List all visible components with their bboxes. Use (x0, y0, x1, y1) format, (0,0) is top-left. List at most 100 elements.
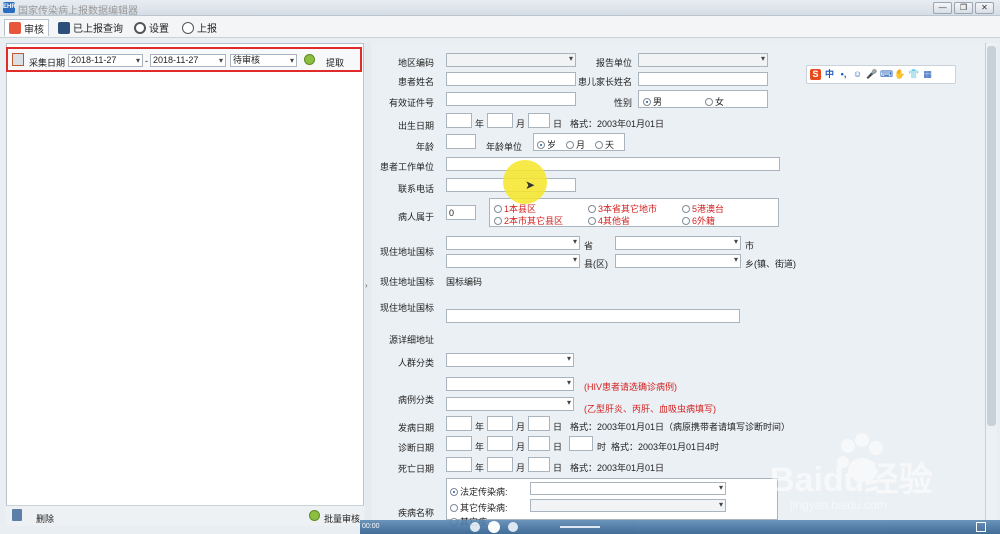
legal-disease-select[interactable] (530, 482, 726, 495)
id-number-input[interactable] (446, 92, 576, 106)
patient-name-input[interactable] (446, 72, 576, 86)
belongs-option-4[interactable]: 4其他省 (588, 214, 630, 227)
age-unit-month-label: 月 (576, 140, 586, 150)
age-unit-day-radio[interactable]: 天 (595, 138, 614, 151)
maximize-button[interactable]: ❐ (954, 2, 973, 14)
case-note-1: (HIV患者请选确诊病例) (584, 382, 677, 392)
other-disease-select[interactable] (530, 499, 726, 512)
case-class-select-2[interactable] (446, 397, 574, 411)
ime-menu-icon[interactable]: ▦ (922, 69, 933, 80)
address-label-3: 现住地址国标 (379, 303, 434, 313)
disease-name-label: 疾病名称 (397, 508, 434, 518)
legal-disease-radio[interactable]: 法定传染病: (450, 485, 508, 498)
player-play-icon[interactable] (488, 521, 500, 533)
tab-reported-query[interactable]: 已上报查询 (54, 19, 127, 36)
diagnosis-month-input[interactable] (487, 436, 513, 451)
birth-day-input[interactable] (528, 113, 550, 128)
window-title: 国家传染病上报数据编辑器 (18, 6, 138, 17)
tab-audit[interactable]: 审核 (4, 19, 49, 36)
close-button[interactable]: ✕ (975, 2, 994, 14)
county-select[interactable] (446, 254, 580, 268)
player-volume-slider[interactable] (560, 526, 600, 528)
parent-name-input[interactable] (638, 72, 768, 86)
fetch-button[interactable]: 提取 (326, 56, 344, 69)
baidu-watermark: Baidu经验 jingyan.baidu.com (770, 430, 980, 520)
player-prev-icon[interactable] (470, 522, 480, 532)
gender-male-radio[interactable]: 男 (643, 95, 662, 108)
onset-day-input[interactable] (528, 416, 550, 431)
birth-year-input[interactable] (446, 113, 472, 128)
diagnosis-month-unit: 月 (516, 442, 526, 452)
ime-keyboard-icon[interactable]: ⌨ (880, 69, 893, 80)
case-class-label: 病例分类 (397, 395, 434, 405)
town-unit: 乡(镇、街道) (745, 259, 796, 269)
radio-icon (494, 205, 502, 213)
belongs-option-2[interactable]: 2本市其它县区 (494, 214, 563, 227)
diagnosis-hour-input[interactable] (569, 436, 593, 451)
trash-icon (12, 509, 22, 521)
minimize-button[interactable]: — (933, 2, 952, 14)
panel-splitter[interactable]: › (365, 43, 371, 526)
sogou-logo-icon[interactable]: S (810, 69, 821, 80)
title-bar: EHR 国家传染病上报数据编辑器 — ❐ ✕ (0, 0, 1000, 17)
death-day-input[interactable] (528, 457, 550, 472)
town-select[interactable] (615, 254, 741, 268)
parent-name-label: 患儿家长姓名 (577, 77, 632, 87)
region-code-select[interactable] (446, 53, 576, 67)
report-unit-select[interactable] (638, 53, 768, 67)
address-label-2: 现住地址国标 (379, 277, 434, 287)
tab-upload[interactable]: 上报 (178, 19, 221, 36)
tab-settings[interactable]: 设置 (130, 19, 173, 36)
gender-radio-group: 男 女 (638, 90, 768, 108)
player-fullscreen-icon[interactable] (976, 522, 986, 532)
end-date-picker[interactable]: 2018-11-27 (150, 54, 226, 67)
address-detail-input[interactable] (446, 309, 740, 323)
ime-voice-icon[interactable]: 🎤 (866, 69, 877, 80)
case-class-select-1[interactable] (446, 377, 574, 391)
ime-punctuation-icon[interactable]: •, (838, 69, 849, 80)
national-code-label: 国标编码 (446, 277, 483, 287)
age-unit-year-radio[interactable]: 岁 (537, 138, 556, 151)
status-select[interactable]: 待审核 (230, 54, 297, 67)
crowd-label: 人群分类 (397, 358, 434, 368)
belongs-option-6[interactable]: 6外籍 (682, 214, 715, 227)
ime-emoji-icon[interactable]: ☺ (852, 69, 863, 80)
radio-icon (595, 141, 603, 149)
province-select[interactable] (446, 236, 580, 250)
onset-year-input[interactable] (446, 416, 472, 431)
player-next-icon[interactable] (508, 522, 518, 532)
ime-handwriting-icon[interactable]: ✋ (894, 69, 905, 80)
crowd-select[interactable] (446, 353, 574, 367)
ime-skin-icon[interactable]: 👕 (908, 69, 919, 80)
delete-button[interactable]: 删除 (36, 512, 54, 525)
death-year-input[interactable] (446, 457, 472, 472)
form-scrollbar-thumb[interactable] (987, 46, 996, 426)
tab-settings-label: 设置 (149, 24, 169, 35)
end-date-value: 2018-11-27 (153, 55, 199, 65)
age-unit-year-label: 岁 (547, 140, 557, 150)
belongs-option-6-label: 6外籍 (692, 216, 716, 226)
report-unit-label: 报告单位 (595, 58, 632, 68)
work-unit-input[interactable] (446, 157, 780, 171)
diagnosis-date-label: 诊断日期 (397, 443, 434, 453)
gear-icon (134, 21, 146, 34)
onset-month-input[interactable] (487, 416, 513, 431)
age-unit-month-radio[interactable]: 月 (566, 138, 585, 151)
radio-icon (450, 504, 458, 512)
other-disease-label: 其它传染病: (460, 503, 508, 513)
birth-month-input[interactable] (487, 113, 513, 128)
belongs-option-2-label: 2本市其它县区 (504, 216, 564, 226)
death-month-input[interactable] (487, 457, 513, 472)
patient-belongs-input[interactable]: 0 (446, 205, 476, 220)
diagnosis-year-input[interactable] (446, 436, 472, 451)
ime-chinese-mode-icon[interactable]: 中 (824, 69, 835, 80)
city-select[interactable] (615, 236, 741, 250)
gender-female-radio[interactable]: 女 (705, 95, 724, 108)
age-input[interactable] (446, 134, 476, 149)
start-date-picker[interactable]: 2018-11-27 (68, 54, 143, 67)
diagnosis-day-input[interactable] (528, 436, 550, 451)
record-list-panel[interactable] (6, 43, 364, 526)
other-disease-radio[interactable]: 其它传染病: (450, 501, 508, 514)
batch-audit-button[interactable]: 批量审核 (324, 512, 360, 525)
diagnosis-format-hint: 格式：2003年01月01日4时 (611, 442, 720, 452)
